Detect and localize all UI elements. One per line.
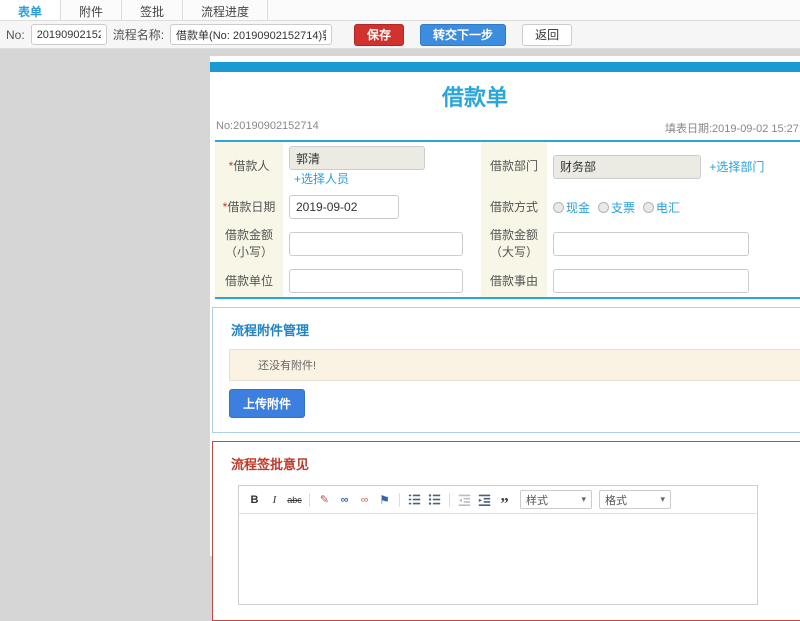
amount-small-label-cell: 借款金额（小写）: [215, 223, 283, 265]
chevron-down-icon: ▾: [660, 494, 665, 504]
table-row: 借款单位 借款事由: [215, 265, 800, 298]
borrower-label-cell: *借款人: [215, 141, 283, 191]
upload-attachment-button[interactable]: 上传附件: [229, 389, 306, 418]
attachment-section: 流程附件管理 还没有附件! 上传附件: [212, 307, 800, 433]
radio-icon[interactable]: [553, 201, 564, 213]
reason-label-cell: 借款事由: [481, 265, 547, 298]
radio-wire-transfer-label: 电汇: [656, 200, 681, 215]
bold-icon[interactable]: B: [246, 491, 263, 508]
forward-next-step-button[interactable]: 转交下一步: [420, 23, 507, 46]
amount-big-label-cell: 借款金额（大写）: [481, 223, 547, 265]
reason-input[interactable]: [553, 269, 749, 293]
radio-cheque-label: 支票: [611, 200, 636, 215]
borrow-date-input[interactable]: [289, 195, 399, 219]
tab-form[interactable]: 表单: [0, 0, 62, 20]
radio-cheque[interactable]: 支票: [598, 199, 635, 216]
format-dropdown-value: 格式: [605, 494, 627, 507]
tab-process-progress[interactable]: 流程进度: [183, 0, 269, 20]
header-strip: [210, 62, 800, 72]
page-title: 借款单: [441, 85, 508, 110]
blockquote-icon[interactable]: ”: [496, 491, 513, 512]
fill-date: 填表日期:2019-09-02 15:27:1: [665, 123, 800, 135]
outdent-icon[interactable]: [456, 491, 473, 508]
payment-method-group: 现金 支票 电汇: [553, 199, 800, 216]
doc-title-wrap: 借款单: [210, 80, 740, 112]
strikethrough-icon[interactable]: abc: [286, 491, 303, 508]
toolbar-separator: [449, 492, 450, 507]
department-label: 借款部门: [489, 159, 538, 173]
approval-section: 流程签批意见 B I abc ✎ ∞ ∞ ⚑ ” 样式 ▾ 格式 ▾: [212, 441, 800, 621]
styles-dropdown[interactable]: 样式 ▾: [520, 490, 592, 509]
amount-small-input[interactable]: [289, 232, 463, 256]
borrow-date-label: 借款日期: [227, 199, 276, 214]
doc-number: No:20190902152714: [216, 120, 319, 132]
chevron-down-icon: ▾: [581, 494, 586, 504]
toolbar-separator: [309, 492, 310, 507]
unlink-icon[interactable]: ∞: [356, 491, 373, 508]
attachment-heading: 流程附件管理: [231, 323, 310, 338]
borrow-date-label-cell: *借款日期: [215, 191, 283, 223]
process-name-input[interactable]: [170, 24, 333, 45]
link-icon[interactable]: ∞: [336, 491, 353, 508]
editor-toolbar: B I abc ✎ ∞ ∞ ⚑ ” 样式 ▾ 格式 ▾: [239, 486, 757, 514]
radio-wire-transfer[interactable]: 电汇: [643, 199, 680, 216]
tab-approval[interactable]: 签批: [122, 0, 184, 20]
select-department-link[interactable]: +选择部门: [709, 160, 764, 174]
amount-big-input[interactable]: [553, 232, 749, 256]
no-attachment-notice: 还没有附件!: [229, 349, 800, 381]
borrower-input[interactable]: [289, 146, 425, 170]
select-person-link[interactable]: +选择人员: [294, 172, 349, 186]
form-panel: 借款单 No:20190902152714 填表日期:2019-09-02 15…: [210, 56, 800, 621]
borrower-label: 借款人: [233, 159, 270, 173]
indent-icon[interactable]: [476, 491, 493, 508]
amount-small-label: 借款金额（小写）: [224, 228, 273, 259]
table-row: *借款人 +选择人员 借款部门 +选择部门: [215, 141, 800, 191]
meta-row: No:20190902152714 填表日期:2019-09-02 15:27:…: [210, 118, 800, 136]
back-button[interactable]: 返回: [522, 23, 573, 46]
method-label: 借款方式: [489, 199, 538, 214]
toolbar-separator: [399, 492, 400, 507]
styles-dropdown-value: 样式: [526, 494, 548, 507]
unit-label: 借款单位: [224, 273, 273, 288]
department-input[interactable]: [553, 154, 701, 179]
rich-text-editor: B I abc ✎ ∞ ∞ ⚑ ” 样式 ▾ 格式 ▾: [238, 485, 758, 605]
radio-icon[interactable]: [598, 201, 610, 213]
unit-label-cell: 借款单位: [215, 265, 283, 298]
loan-form-table: *借款人 +选择人员 借款部门 +选择部门 *借款日期 借款方式: [215, 140, 800, 299]
radio-cash-label: 现金: [566, 200, 591, 215]
anchor-flag-icon[interactable]: ⚑: [376, 491, 393, 508]
save-button[interactable]: 保存: [354, 23, 405, 46]
process-name-label: 流程名称:: [112, 28, 165, 42]
table-row: *借款日期 借款方式 现金 支票: [215, 191, 800, 223]
table-row: 借款金额（小写） 借款金额（大写）: [215, 223, 800, 265]
italic-icon[interactable]: I: [266, 491, 283, 508]
ordered-list-icon[interactable]: [406, 491, 423, 508]
format-dropdown[interactable]: 格式 ▾: [599, 490, 671, 509]
method-label-cell: 借款方式: [481, 191, 547, 223]
no-label: No:: [6, 27, 25, 42]
no-input[interactable]: [30, 24, 107, 45]
radio-cash[interactable]: 现金: [553, 199, 590, 216]
radio-icon[interactable]: [643, 201, 655, 213]
approval-heading: 流程签批意见: [231, 457, 310, 472]
unordered-list-icon[interactable]: [426, 491, 443, 508]
tab-attachment[interactable]: 附件: [61, 0, 123, 20]
action-bar: No: 流程名称: 保存 转交下一步 返回: [0, 21, 800, 49]
editor-content-area[interactable]: [239, 514, 757, 604]
department-label-cell: 借款部门: [481, 141, 547, 191]
reason-label: 借款事由: [489, 273, 538, 288]
amount-big-label: 借款金额（大写）: [489, 228, 538, 259]
unit-input[interactable]: [289, 269, 463, 293]
remove-format-icon[interactable]: ✎: [316, 491, 333, 508]
tab-bar: 表单 附件 签批 流程进度: [0, 0, 800, 21]
